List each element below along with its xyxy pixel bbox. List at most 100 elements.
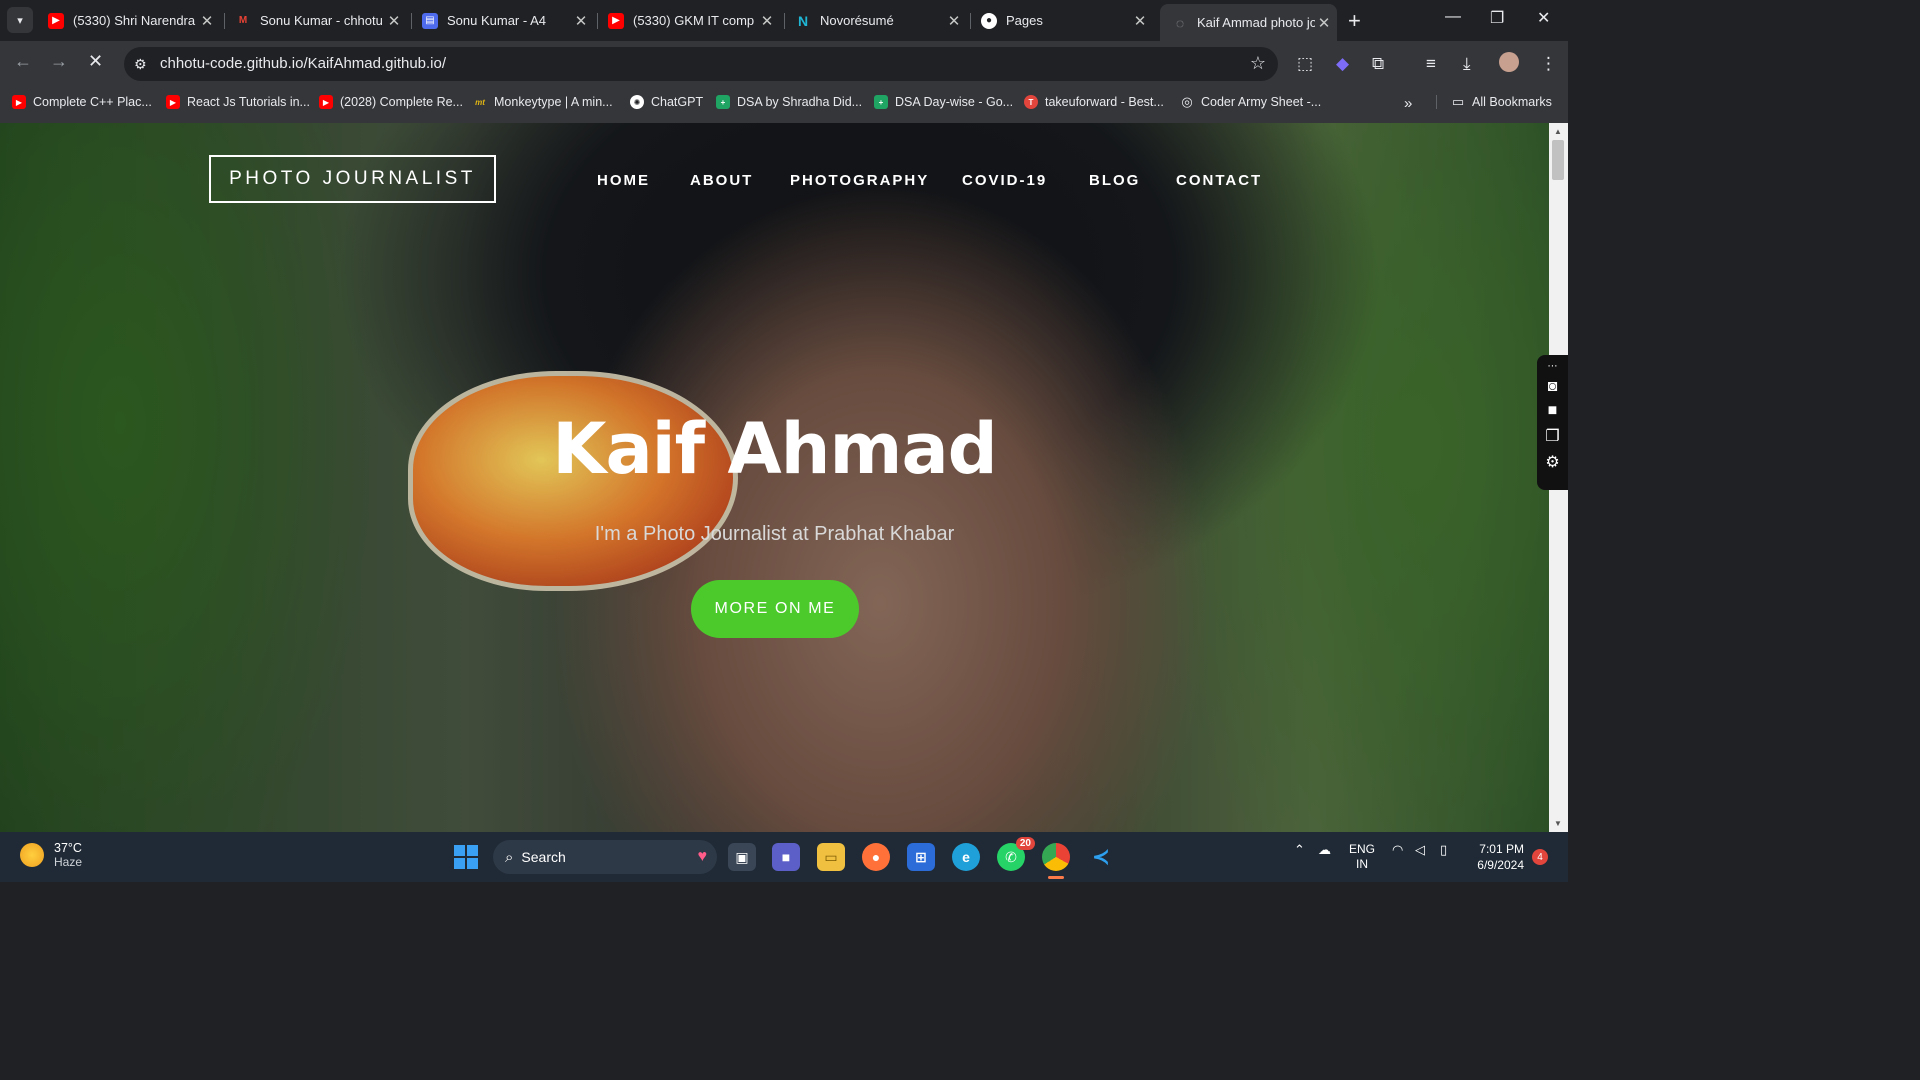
bookmark-label: takeuforward - Best... bbox=[1045, 95, 1164, 109]
battery-icon[interactable]: ▯ bbox=[1440, 842, 1447, 858]
youtube-icon: ▶ bbox=[166, 95, 180, 109]
tab-divider bbox=[411, 13, 412, 29]
hero-section: PHOTO JOURNALIST HOME ABOUT PHOTOGRAPHY … bbox=[0, 123, 1549, 832]
browser-toolbar: ← → ✕ ⚙ chhotu-code.github.io/KaifAhmad.… bbox=[0, 41, 1568, 86]
bookmark-label: Coder Army Sheet -... bbox=[1201, 95, 1322, 109]
bookmark-item[interactable]: Ttakeuforward - Best... bbox=[1024, 95, 1164, 109]
chatgpt-icon: ✺ bbox=[630, 95, 644, 109]
extension-drop-icon[interactable]: ◆ bbox=[1336, 54, 1349, 74]
download-icon[interactable]: ⤓ bbox=[1463, 54, 1471, 74]
close-tab-icon[interactable]: ✕ bbox=[758, 12, 776, 30]
microsoft-store-icon[interactable]: ⊞ bbox=[907, 843, 935, 871]
edge-icon[interactable]: e bbox=[952, 843, 980, 871]
windows-taskbar: 37°C Haze ⌕ Search ♥ ▣ ■ ▭ ● ⊞ e ✆ 20 ≺ ⌃… bbox=[0, 832, 1568, 882]
bookmark-item[interactable]: ▶ Complete C++ Plac... bbox=[12, 95, 152, 109]
close-window-icon[interactable]: ✕ bbox=[1537, 8, 1550, 28]
tab-doc[interactable]: ▤ Sonu Kumar - A4 ✕ bbox=[422, 6, 590, 35]
bookmark-item[interactable]: mt Monkeytype | A min... bbox=[473, 95, 612, 109]
forward-icon[interactable]: → bbox=[50, 51, 68, 72]
onedrive-icon[interactable]: ☁ bbox=[1318, 842, 1331, 858]
task-view-icon[interactable]: ▣ bbox=[728, 843, 756, 871]
whatsapp-badge: 20 bbox=[1015, 837, 1035, 850]
site-info-icon[interactable]: ⚙ bbox=[134, 56, 147, 73]
more-on-me-button[interactable]: MORE ON ME bbox=[691, 580, 859, 638]
chevron-down-icon: ▾ bbox=[17, 14, 23, 27]
close-tab-icon[interactable]: ✕ bbox=[385, 12, 403, 30]
camera-icon[interactable]: ◙ bbox=[1537, 378, 1568, 396]
tab-divider bbox=[597, 13, 598, 29]
bookmark-item[interactable]: ▶ (2028) Complete Re... bbox=[319, 95, 463, 109]
chrome-icon[interactable] bbox=[1042, 843, 1070, 879]
tab-title: (5330) Shri Narendra bbox=[73, 13, 196, 28]
more-bookmarks-icon[interactable]: » bbox=[1404, 95, 1412, 112]
stop-loading-icon[interactable]: ✕ bbox=[88, 51, 103, 72]
close-tab-icon[interactable]: ✕ bbox=[572, 12, 590, 30]
nav-home[interactable]: HOME bbox=[597, 172, 650, 189]
volume-icon[interactable]: ◁ bbox=[1415, 842, 1425, 858]
tab-youtube-gkm[interactable]: ▶ (5330) GKM IT comp ✕ bbox=[608, 6, 776, 35]
close-tab-icon[interactable]: ✕ bbox=[945, 12, 963, 30]
bookmark-item[interactable]: + DSA Day-wise - Go... bbox=[874, 95, 1013, 109]
tab-title: Sonu Kumar - A4 bbox=[447, 13, 546, 28]
tab-youtube-narendra[interactable]: ▶ (5330) Shri Narendra ✕ bbox=[48, 6, 216, 35]
taskbar-search[interactable]: ⌕ Search ♥ bbox=[493, 840, 717, 874]
nav-about[interactable]: ABOUT bbox=[690, 172, 753, 189]
close-tab-icon[interactable]: ✕ bbox=[1131, 12, 1149, 30]
site-brand[interactable]: PHOTO JOURNALIST bbox=[209, 155, 496, 203]
new-tab-icon[interactable]: + bbox=[1348, 8, 1361, 34]
nav-photography[interactable]: PHOTOGRAPHY bbox=[790, 172, 929, 189]
firefox-icon[interactable]: ● bbox=[862, 843, 890, 871]
back-icon[interactable]: ← bbox=[14, 51, 32, 72]
window-capture-icon[interactable]: ❐ bbox=[1537, 426, 1568, 446]
novoresume-icon: N bbox=[797, 12, 809, 29]
minimize-icon[interactable]: — bbox=[1445, 8, 1461, 26]
bookmark-item[interactable]: ◎ Coder Army Sheet -... bbox=[1180, 94, 1322, 109]
tab-novoresume[interactable]: N Novorésumé ✕ bbox=[795, 6, 963, 35]
weather-widget[interactable]: 37°C Haze bbox=[20, 841, 82, 869]
bookmark-item[interactable]: ✺ ChatGPT bbox=[630, 95, 703, 109]
video-camera-icon[interactable]: ■ bbox=[1537, 402, 1568, 420]
address-bar[interactable]: ⚙ chhotu-code.github.io/KaifAhmad.github… bbox=[124, 47, 1278, 81]
scrollbar-thumb[interactable] bbox=[1552, 140, 1564, 180]
bookmark-item[interactable]: ▶ React Js Tutorials in... bbox=[166, 95, 310, 109]
notification-badge[interactable]: 4 bbox=[1532, 849, 1548, 865]
nav-blog[interactable]: BLOG bbox=[1089, 172, 1140, 189]
bookmark-item[interactable]: + DSA by Shradha Did... bbox=[716, 95, 862, 109]
url-text[interactable]: chhotu-code.github.io/KaifAhmad.github.i… bbox=[160, 55, 446, 72]
file-explorer-icon[interactable]: ▭ bbox=[817, 843, 845, 871]
windows-start-icon[interactable] bbox=[454, 845, 478, 869]
vscode-icon[interactable]: ≺ bbox=[1087, 843, 1115, 871]
media-control-icon[interactable]: ≡ bbox=[1426, 54, 1436, 74]
scroll-down-icon[interactable]: ▼ bbox=[1554, 819, 1562, 828]
tab-github-pages[interactable]: ● Pages ✕ bbox=[981, 6, 1149, 35]
bookmarks-bar: ▶ Complete C++ Plac... ▶ React Js Tutorial… bbox=[0, 86, 1568, 124]
settings-gear-icon[interactable]: ⚙ bbox=[1537, 452, 1568, 472]
whatsapp-icon[interactable]: ✆ 20 bbox=[997, 837, 1035, 871]
youtube-icon: ▶ bbox=[48, 12, 64, 29]
widget-menu-icon[interactable]: ⋯ bbox=[1537, 361, 1568, 372]
nav-covid-19[interactable]: COVID-19 bbox=[962, 172, 1047, 189]
taskbar-clock[interactable]: 7:01 PM 6/9/2024 bbox=[1470, 841, 1524, 873]
nav-contact[interactable]: CONTACT bbox=[1176, 172, 1262, 189]
tab-kaif-ahmad-active[interactable]: ◌ Kaif Ammad photo jo ✕ bbox=[1160, 4, 1337, 41]
wifi-icon[interactable]: ◠ bbox=[1392, 842, 1403, 858]
extensions-icon[interactable]: ⧉ bbox=[1372, 54, 1384, 74]
restore-icon[interactable]: ❐ bbox=[1490, 8, 1504, 28]
youtube-icon: ▶ bbox=[319, 95, 333, 109]
all-bookmarks-button[interactable]: ▭ All Bookmarks bbox=[1436, 94, 1552, 109]
profile-avatar[interactable] bbox=[1499, 52, 1519, 72]
tab-gmail[interactable]: M Sonu Kumar - chhotu ✕ bbox=[235, 6, 403, 35]
language-indicator[interactable]: ENG IN bbox=[1349, 842, 1375, 872]
show-hidden-icons-icon[interactable]: ⌃ bbox=[1294, 842, 1305, 858]
scroll-up-icon[interactable]: ▲ bbox=[1554, 127, 1562, 136]
tab-search-button[interactable]: ▾ bbox=[7, 7, 33, 33]
close-tab-icon[interactable]: ✕ bbox=[1315, 14, 1333, 32]
bookmark-star-icon[interactable]: ☆ bbox=[1250, 53, 1266, 74]
screenshot-icon[interactable]: ⬚ bbox=[1297, 54, 1313, 74]
teams-icon[interactable]: ■ bbox=[772, 843, 800, 871]
tab-title: Kaif Ammad photo jo bbox=[1197, 15, 1315, 30]
menu-dots-icon[interactable]: ⋮ bbox=[1540, 54, 1557, 74]
close-tab-icon[interactable]: ✕ bbox=[198, 12, 216, 30]
github-icon: ● bbox=[981, 12, 997, 29]
search-highlight-icon: ♥ bbox=[697, 848, 708, 865]
